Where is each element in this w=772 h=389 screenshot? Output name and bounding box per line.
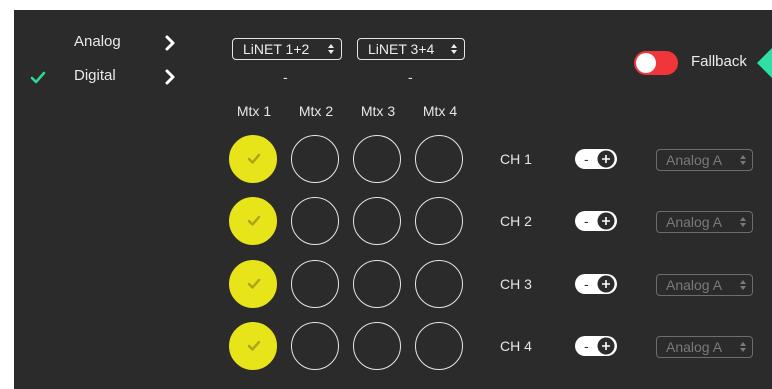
matrix-cell-ch2-mtx4[interactable] [415,197,463,245]
matrix-cell-ch1-mtx4[interactable] [415,135,463,183]
teal-marker-icon [757,48,772,78]
channel-label-ch4: CH 4 [500,338,532,354]
column-header-mtx-4: Mtx 4 [422,103,458,119]
source-select-label: Analog A [666,277,723,293]
matrix-cell-ch4-mtx1[interactable] [229,322,277,370]
matrix-cell-ch4-mtx3[interactable] [353,322,401,370]
matrix-cell-ch1-mtx1[interactable] [229,135,277,183]
matrix-cell-ch1-mtx2[interactable] [291,135,339,183]
up-down-arrows-icon [740,217,746,227]
sidebar-item-label: Digital [74,67,116,84]
up-down-arrows-icon [740,155,746,165]
check-icon [247,215,261,226]
minus-icon: - [584,151,589,167]
chevron-right-icon [165,69,175,85]
sidebar-item-analog[interactable]: Analog [14,26,204,60]
linet-3-4-select[interactable]: LiNET 3+4 [357,38,465,60]
up-down-arrows-icon [328,44,334,54]
matrix-cell-ch2-mtx3[interactable] [353,197,401,245]
check-icon [30,71,46,84]
routing-panel: Analog Digital LiNET 1+2 LiNET 3+4 - - F… [14,10,772,389]
linet-1-2-label: LiNET 1+2 [243,41,310,57]
up-down-arrows-icon [451,44,457,54]
chevron-right-icon [165,35,175,51]
up-down-arrows-icon [740,342,746,352]
matrix-cell-ch4-mtx4[interactable] [415,322,463,370]
linet-3-4-value: - [408,69,413,85]
minus-icon: - [584,338,589,354]
gain-stepper-ch2[interactable]: - [575,211,617,231]
source-select-label: Analog A [666,214,723,230]
linet-3-4-label: LiNET 3+4 [368,41,435,57]
check-icon [247,278,261,289]
matrix-cell-ch1-mtx3[interactable] [353,135,401,183]
channel-label-ch1: CH 1 [500,151,532,167]
gain-stepper-ch4[interactable]: - [575,336,617,356]
linet-1-2-select[interactable]: LiNET 1+2 [232,38,342,60]
channel-label-ch3: CH 3 [500,276,532,292]
up-down-arrows-icon [740,280,746,290]
column-header-mtx-1: Mtx 1 [236,103,272,119]
column-header-mtx-2: Mtx 2 [298,103,334,119]
gain-stepper-ch3[interactable]: - [575,274,617,294]
matrix-cell-ch3-mtx2[interactable] [291,260,339,308]
source-select-label: Analog A [666,339,723,355]
matrix-cell-ch4-mtx2[interactable] [291,322,339,370]
check-icon [247,153,261,164]
minus-icon: - [584,276,589,292]
source-select-ch4[interactable]: Analog A [656,336,753,358]
linet-1-2-value: - [283,69,288,85]
sidebar-item-label: Analog [74,33,121,50]
source-select-ch1[interactable]: Analog A [656,149,753,171]
matrix-cell-ch3-mtx4[interactable] [415,260,463,308]
channel-label-ch2: CH 2 [500,213,532,229]
matrix-cell-ch3-mtx3[interactable] [353,260,401,308]
minus-icon: - [584,213,589,229]
sidebar-item-digital[interactable]: Digital [14,60,204,94]
matrix-cell-ch3-mtx1[interactable] [229,260,277,308]
toggle-knob [636,53,656,73]
gain-stepper-ch1[interactable]: - [575,149,617,169]
matrix-cell-ch2-mtx2[interactable] [291,197,339,245]
column-header-mtx-3: Mtx 3 [360,103,396,119]
fallback-toggle[interactable] [634,51,678,75]
fallback-label: Fallback [691,53,747,70]
source-select-label: Analog A [666,152,723,168]
source-select-ch3[interactable]: Analog A [656,274,753,296]
check-icon [247,340,261,351]
matrix-cell-ch2-mtx1[interactable] [229,197,277,245]
source-select-ch2[interactable]: Analog A [656,211,753,233]
